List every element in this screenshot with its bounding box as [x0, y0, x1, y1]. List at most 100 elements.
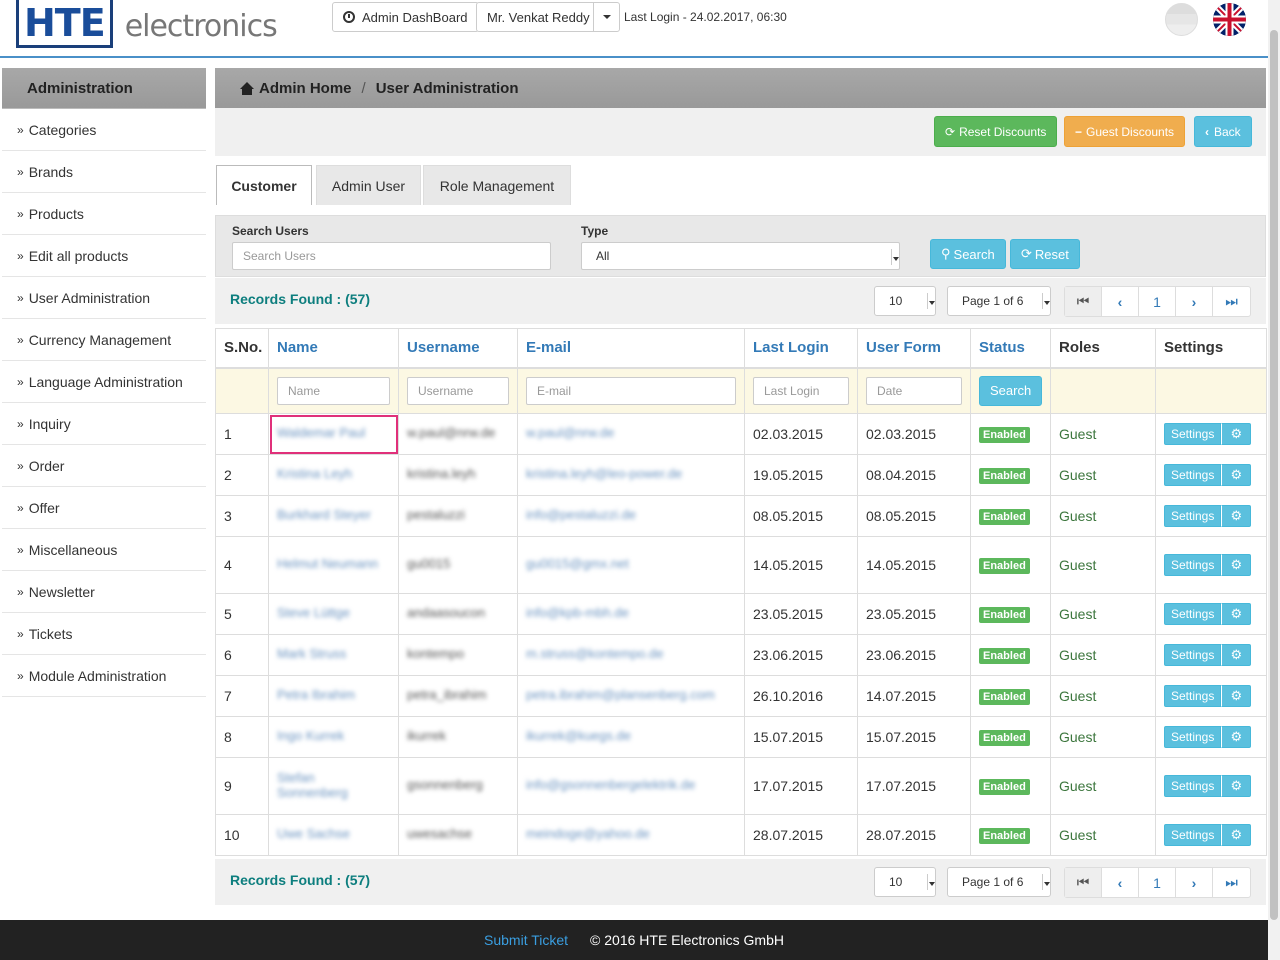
email-cell[interactable]: info@pestaluzzi.de [517, 495, 745, 537]
sidebar-item-order[interactable]: » Order [2, 445, 206, 487]
name-filter-input[interactable]: Name [277, 376, 390, 405]
email-cell[interactable]: info@kpb-mbh.de [517, 593, 745, 635]
column-header-email[interactable]: E-mail [517, 328, 745, 369]
page-select[interactable]: Page 1 of 6 [947, 286, 1051, 316]
german-flag-icon[interactable] [1165, 3, 1198, 36]
page-number[interactable]: 1 [1139, 287, 1176, 316]
search-button[interactable]: ⚲ Search [930, 239, 1006, 269]
date-filter-input[interactable]: Date [866, 376, 962, 405]
user-menu-caret[interactable] [593, 2, 620, 32]
page-size-select[interactable]: 10 [874, 867, 936, 897]
gear-icon[interactable]: ⚙ [1221, 644, 1252, 666]
name-cell[interactable]: Burkhard Steyer [268, 495, 399, 537]
gear-icon[interactable]: ⚙ [1221, 464, 1252, 486]
settings-button[interactable]: Settings [1164, 423, 1222, 445]
prev-page-icon[interactable]: ‹ [1102, 287, 1139, 316]
name-cell[interactable]: Petra Ibrahim [268, 675, 399, 717]
name-cell[interactable]: Helmut Neumann [268, 536, 399, 594]
sidebar-item-newsletter[interactable]: » Newsletter [2, 571, 206, 613]
settings-button[interactable]: Settings [1164, 554, 1222, 576]
last-login-filter-input[interactable]: Last Login [753, 376, 849, 405]
submit-ticket-link[interactable]: Submit Ticket [484, 932, 568, 948]
sidebar-item-categories[interactable]: » Categories [2, 109, 206, 151]
sidebar-item-offer[interactable]: » Offer [2, 487, 206, 529]
scrollbar-thumb[interactable] [1270, 30, 1278, 920]
gear-icon[interactable]: ⚙ [1221, 726, 1252, 748]
page-number[interactable]: 1 [1139, 868, 1176, 897]
email-cell[interactable]: meindoge@yahoo.de [517, 814, 745, 856]
next-page-icon[interactable]: › [1176, 287, 1213, 316]
admin-dashboard-button[interactable]: Admin DashBoard [332, 2, 479, 32]
column-header-user-form[interactable]: User Form [857, 328, 971, 369]
gear-icon[interactable]: ⚙ [1221, 603, 1252, 625]
sidebar-item-module-administration[interactable]: » Module Administration [2, 655, 206, 697]
email-cell[interactable]: m.struss@kontempo.de [517, 634, 745, 676]
settings-button[interactable]: Settings [1164, 685, 1222, 707]
column-header-status[interactable]: Status [970, 328, 1051, 369]
sidebar-item-brands[interactable]: » Brands [2, 151, 206, 193]
email-cell[interactable]: info@gsonnenbergelektrik.de [517, 757, 745, 815]
settings-button[interactable]: Settings [1164, 775, 1222, 797]
name-cell[interactable]: Mark Struss [268, 634, 399, 676]
first-page-icon[interactable]: ⏮ [1065, 868, 1102, 897]
scrollbar[interactable] [1268, 0, 1280, 960]
sidebar-item-language-administration[interactable]: » Language Administration [2, 361, 206, 403]
guest-discounts-button[interactable]: − Guest Discounts [1064, 116, 1186, 147]
uk-flag-icon[interactable] [1213, 3, 1246, 36]
username-filter-input[interactable]: Username [407, 376, 509, 405]
prev-page-icon[interactable]: ‹ [1102, 868, 1139, 897]
sidebar-item-products[interactable]: » Products [2, 193, 206, 235]
sidebar-item-inquiry[interactable]: » Inquiry [2, 403, 206, 445]
tab-role-management[interactable]: Role Management [423, 165, 571, 205]
column-header-last-login[interactable]: Last Login [744, 328, 858, 369]
sidebar-item-currency-management[interactable]: » Currency Management [2, 319, 206, 361]
gear-icon[interactable]: ⚙ [1221, 505, 1252, 527]
name-cell[interactable]: Ingo Kurrek [268, 716, 399, 758]
back-button[interactable]: ‹ Back [1194, 116, 1252, 147]
settings-button[interactable]: Settings [1164, 726, 1222, 748]
breadcrumb-home[interactable]: Admin Home [259, 80, 352, 97]
gear-icon[interactable]: ⚙ [1221, 775, 1252, 797]
logo[interactable]: HTE electronics [16, 0, 278, 48]
name-cell[interactable]: Stefan Sonnenberg [268, 757, 399, 815]
column-header-name[interactable]: Name [268, 328, 399, 369]
sidebar-item-user-administration[interactable]: » User Administration [2, 277, 206, 319]
email-cell[interactable]: ikurrek@kuegs.de [517, 716, 745, 758]
reset-button[interactable]: ⟳ Reset [1010, 239, 1080, 269]
settings-button[interactable]: Settings [1164, 505, 1222, 527]
sidebar-item-miscellaneous[interactable]: » Miscellaneous [2, 529, 206, 571]
gear-icon[interactable]: ⚙ [1221, 685, 1252, 707]
user-menu-button[interactable]: Mr. Venkat Reddy [476, 2, 601, 32]
name-cell[interactable]: Kristina Leyh [268, 454, 399, 496]
tab-customer[interactable]: Customer [216, 165, 312, 205]
gear-icon[interactable]: ⚙ [1221, 554, 1252, 576]
sidebar-item-tickets[interactable]: » Tickets [2, 613, 206, 655]
settings-button[interactable]: Settings [1164, 464, 1222, 486]
type-select[interactable]: All [581, 242, 900, 270]
email-filter-input[interactable]: E-mail [526, 376, 736, 405]
settings-button[interactable]: Settings [1164, 824, 1222, 846]
last-page-icon[interactable]: ⏭ [1213, 868, 1250, 897]
name-cell[interactable]: Uwe Sachse [268, 814, 399, 856]
tab-admin-user[interactable]: Admin User [316, 165, 421, 205]
table-search-button[interactable]: Search [979, 375, 1043, 406]
page-size-select[interactable]: 10 [874, 286, 936, 316]
sidebar-item-edit-all-products[interactable]: » Edit all products [2, 235, 206, 277]
last-page-icon[interactable]: ⏭ [1213, 287, 1250, 316]
search-users-input[interactable]: Search Users [232, 242, 551, 270]
gear-icon[interactable]: ⚙ [1221, 423, 1252, 445]
page-select[interactable]: Page 1 of 6 [947, 867, 1051, 897]
email-cell[interactable]: petra.ibrahim@plansenberg.com [517, 675, 745, 717]
name-cell[interactable]: Steve Lüttge [268, 593, 399, 635]
email-cell[interactable]: w.paul@nrw.de [517, 413, 745, 455]
email-cell[interactable]: kristina.leyh@leo-power.de [517, 454, 745, 496]
name-cell[interactable]: Waldemar Paul [268, 413, 399, 455]
gear-icon[interactable]: ⚙ [1221, 824, 1252, 846]
reset-discounts-button[interactable]: ⟳ Reset Discounts [934, 116, 1058, 147]
first-page-icon[interactable]: ⏮ [1065, 287, 1102, 316]
settings-button[interactable]: Settings [1164, 644, 1222, 666]
column-header-username[interactable]: Username [398, 328, 518, 369]
email-cell[interactable]: gu0015@gmx.net [517, 536, 745, 594]
settings-button[interactable]: Settings [1164, 603, 1222, 625]
next-page-icon[interactable]: › [1176, 868, 1213, 897]
